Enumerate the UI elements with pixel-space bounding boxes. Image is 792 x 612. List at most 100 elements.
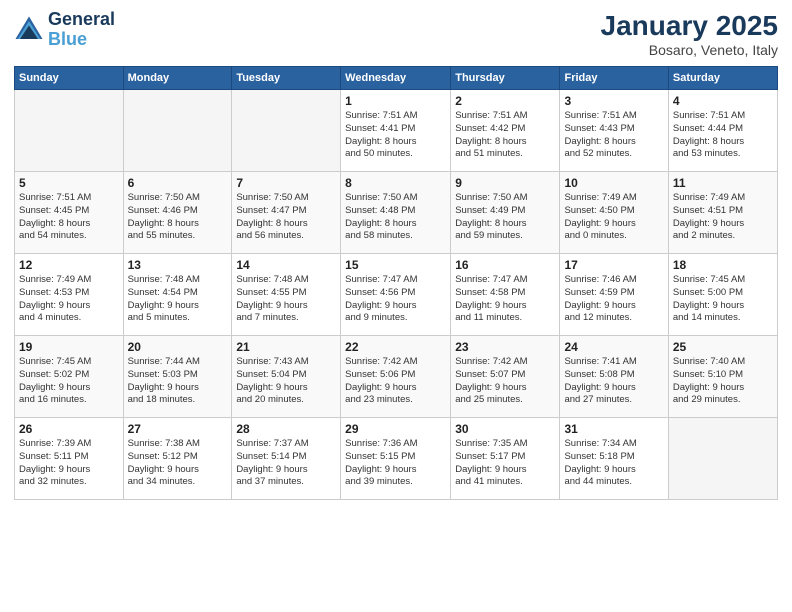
- calendar-cell: 7 Sunrise: 7:50 AM Sunset: 4:47 PM Daylig…: [232, 172, 341, 254]
- calendar-cell: [232, 90, 341, 172]
- day-number: 27: [128, 422, 228, 436]
- day-number: 9: [455, 176, 555, 190]
- day-info: Sunrise: 7:51 AM Sunset: 4:43 PM Dayligh…: [564, 110, 663, 161]
- day-number: 4: [673, 94, 773, 108]
- day-number: 11: [673, 176, 773, 190]
- weekday-header-row: SundayMondayTuesdayWednesdayThursdayFrid…: [15, 67, 778, 90]
- day-number: 23: [455, 340, 555, 354]
- calendar-cell: 22 Sunrise: 7:42 AM Sunset: 5:06 PM Dayli…: [341, 336, 451, 418]
- day-number: 1: [345, 94, 446, 108]
- day-number: 21: [236, 340, 336, 354]
- logo: General Blue: [14, 10, 115, 50]
- calendar-cell: 14 Sunrise: 7:48 AM Sunset: 4:55 PM Dayli…: [232, 254, 341, 336]
- calendar-cell: 28 Sunrise: 7:37 AM Sunset: 5:14 PM Dayli…: [232, 418, 341, 500]
- day-number: 7: [236, 176, 336, 190]
- calendar-cell: 1Sunrise: 7:51 AM Sunset: 4:41 PM Daylig…: [341, 90, 451, 172]
- logo-icon: [14, 15, 44, 45]
- calendar-cell: 5 Sunrise: 7:51 AM Sunset: 4:45 PM Daylig…: [15, 172, 124, 254]
- day-number: 31: [564, 422, 663, 436]
- calendar-cell: 23 Sunrise: 7:42 AM Sunset: 5:07 PM Dayli…: [451, 336, 560, 418]
- day-info: Sunrise: 7:50 AM Sunset: 4:47 PM Dayligh…: [236, 192, 336, 243]
- calendar-week-row: 19Sunrise: 7:45 AM Sunset: 5:02 PM Dayli…: [15, 336, 778, 418]
- day-number: 15: [345, 258, 446, 272]
- day-info: Sunrise: 7:51 AM Sunset: 4:45 PM Dayligh…: [19, 192, 119, 243]
- title-block: January 2025 Bosaro, Veneto, Italy: [601, 10, 778, 58]
- day-info: Sunrise: 7:41 AM Sunset: 5:08 PM Dayligh…: [564, 356, 663, 407]
- header: General Blue January 2025 Bosaro, Veneto…: [14, 10, 778, 58]
- weekday-header: Thursday: [451, 67, 560, 90]
- day-info: Sunrise: 7:38 AM Sunset: 5:12 PM Dayligh…: [128, 438, 228, 489]
- day-number: 25: [673, 340, 773, 354]
- calendar-cell: 3 Sunrise: 7:51 AM Sunset: 4:43 PM Daylig…: [560, 90, 668, 172]
- day-info: Sunrise: 7:47 AM Sunset: 4:56 PM Dayligh…: [345, 274, 446, 325]
- day-info: Sunrise: 7:50 AM Sunset: 4:49 PM Dayligh…: [455, 192, 555, 243]
- day-number: 14: [236, 258, 336, 272]
- day-info: Sunrise: 7:47 AM Sunset: 4:58 PM Dayligh…: [455, 274, 555, 325]
- day-info: Sunrise: 7:49 AM Sunset: 4:50 PM Dayligh…: [564, 192, 663, 243]
- calendar-cell: 31 Sunrise: 7:34 AM Sunset: 5:18 PM Dayli…: [560, 418, 668, 500]
- day-number: 6: [128, 176, 228, 190]
- calendar-table: SundayMondayTuesdayWednesdayThursdayFrid…: [14, 66, 778, 500]
- month-title: January 2025: [601, 10, 778, 42]
- day-number: 20: [128, 340, 228, 354]
- day-number: 30: [455, 422, 555, 436]
- day-info: Sunrise: 7:44 AM Sunset: 5:03 PM Dayligh…: [128, 356, 228, 407]
- day-info: Sunrise: 7:42 AM Sunset: 5:07 PM Dayligh…: [455, 356, 555, 407]
- day-info: Sunrise: 7:48 AM Sunset: 4:55 PM Dayligh…: [236, 274, 336, 325]
- calendar-cell: 2Sunrise: 7:51 AM Sunset: 4:42 PM Daylig…: [451, 90, 560, 172]
- day-info: Sunrise: 7:39 AM Sunset: 5:11 PM Dayligh…: [19, 438, 119, 489]
- day-info: Sunrise: 7:42 AM Sunset: 5:06 PM Dayligh…: [345, 356, 446, 407]
- day-info: Sunrise: 7:46 AM Sunset: 4:59 PM Dayligh…: [564, 274, 663, 325]
- logo-general: General: [48, 10, 115, 30]
- calendar-cell: [123, 90, 232, 172]
- day-number: 10: [564, 176, 663, 190]
- day-number: 28: [236, 422, 336, 436]
- calendar-week-row: 12 Sunrise: 7:49 AM Sunset: 4:53 PM Dayli…: [15, 254, 778, 336]
- day-info: Sunrise: 7:45 AM Sunset: 5:00 PM Dayligh…: [673, 274, 773, 325]
- calendar-cell: 13Sunrise: 7:48 AM Sunset: 4:54 PM Dayli…: [123, 254, 232, 336]
- calendar-cell: 17Sunrise: 7:46 AM Sunset: 4:59 PM Dayli…: [560, 254, 668, 336]
- calendar-week-row: 1Sunrise: 7:51 AM Sunset: 4:41 PM Daylig…: [15, 90, 778, 172]
- calendar-week-row: 5 Sunrise: 7:51 AM Sunset: 4:45 PM Daylig…: [15, 172, 778, 254]
- calendar-cell: 6Sunrise: 7:50 AM Sunset: 4:46 PM Daylig…: [123, 172, 232, 254]
- calendar-cell: 21Sunrise: 7:43 AM Sunset: 5:04 PM Dayli…: [232, 336, 341, 418]
- day-number: 8: [345, 176, 446, 190]
- day-info: Sunrise: 7:45 AM Sunset: 5:02 PM Dayligh…: [19, 356, 119, 407]
- calendar-cell: [15, 90, 124, 172]
- calendar-cell: 20 Sunrise: 7:44 AM Sunset: 5:03 PM Dayli…: [123, 336, 232, 418]
- day-number: 12: [19, 258, 119, 272]
- day-number: 18: [673, 258, 773, 272]
- day-number: 24: [564, 340, 663, 354]
- day-number: 3: [564, 94, 663, 108]
- day-info: Sunrise: 7:34 AM Sunset: 5:18 PM Dayligh…: [564, 438, 663, 489]
- calendar-cell: 11Sunrise: 7:49 AM Sunset: 4:51 PM Dayli…: [668, 172, 777, 254]
- day-number: 2: [455, 94, 555, 108]
- weekday-header: Tuesday: [232, 67, 341, 90]
- calendar-week-row: 26 Sunrise: 7:39 AM Sunset: 5:11 PM Dayli…: [15, 418, 778, 500]
- day-number: 22: [345, 340, 446, 354]
- day-info: Sunrise: 7:51 AM Sunset: 4:44 PM Dayligh…: [673, 110, 773, 161]
- calendar-cell: 19Sunrise: 7:45 AM Sunset: 5:02 PM Dayli…: [15, 336, 124, 418]
- calendar-cell: 8 Sunrise: 7:50 AM Sunset: 4:48 PM Daylig…: [341, 172, 451, 254]
- weekday-header: Wednesday: [341, 67, 451, 90]
- day-info: Sunrise: 7:37 AM Sunset: 5:14 PM Dayligh…: [236, 438, 336, 489]
- day-number: 5: [19, 176, 119, 190]
- calendar-cell: 29Sunrise: 7:36 AM Sunset: 5:15 PM Dayli…: [341, 418, 451, 500]
- day-number: 26: [19, 422, 119, 436]
- calendar-cell: 12 Sunrise: 7:49 AM Sunset: 4:53 PM Dayli…: [15, 254, 124, 336]
- day-info: Sunrise: 7:48 AM Sunset: 4:54 PM Dayligh…: [128, 274, 228, 325]
- calendar-cell: 25 Sunrise: 7:40 AM Sunset: 5:10 PM Dayli…: [668, 336, 777, 418]
- calendar-cell: 26 Sunrise: 7:39 AM Sunset: 5:11 PM Dayli…: [15, 418, 124, 500]
- day-info: Sunrise: 7:40 AM Sunset: 5:10 PM Dayligh…: [673, 356, 773, 407]
- day-info: Sunrise: 7:50 AM Sunset: 4:48 PM Dayligh…: [345, 192, 446, 243]
- calendar-cell: 30Sunrise: 7:35 AM Sunset: 5:17 PM Dayli…: [451, 418, 560, 500]
- day-number: 16: [455, 258, 555, 272]
- weekday-header: Sunday: [15, 67, 124, 90]
- calendar-cell: 10 Sunrise: 7:49 AM Sunset: 4:50 PM Dayli…: [560, 172, 668, 254]
- weekday-header: Friday: [560, 67, 668, 90]
- logo-blue: Blue: [48, 30, 115, 50]
- weekday-header: Monday: [123, 67, 232, 90]
- day-info: Sunrise: 7:49 AM Sunset: 4:53 PM Dayligh…: [19, 274, 119, 325]
- calendar-cell: 9 Sunrise: 7:50 AM Sunset: 4:49 PM Daylig…: [451, 172, 560, 254]
- day-info: Sunrise: 7:36 AM Sunset: 5:15 PM Dayligh…: [345, 438, 446, 489]
